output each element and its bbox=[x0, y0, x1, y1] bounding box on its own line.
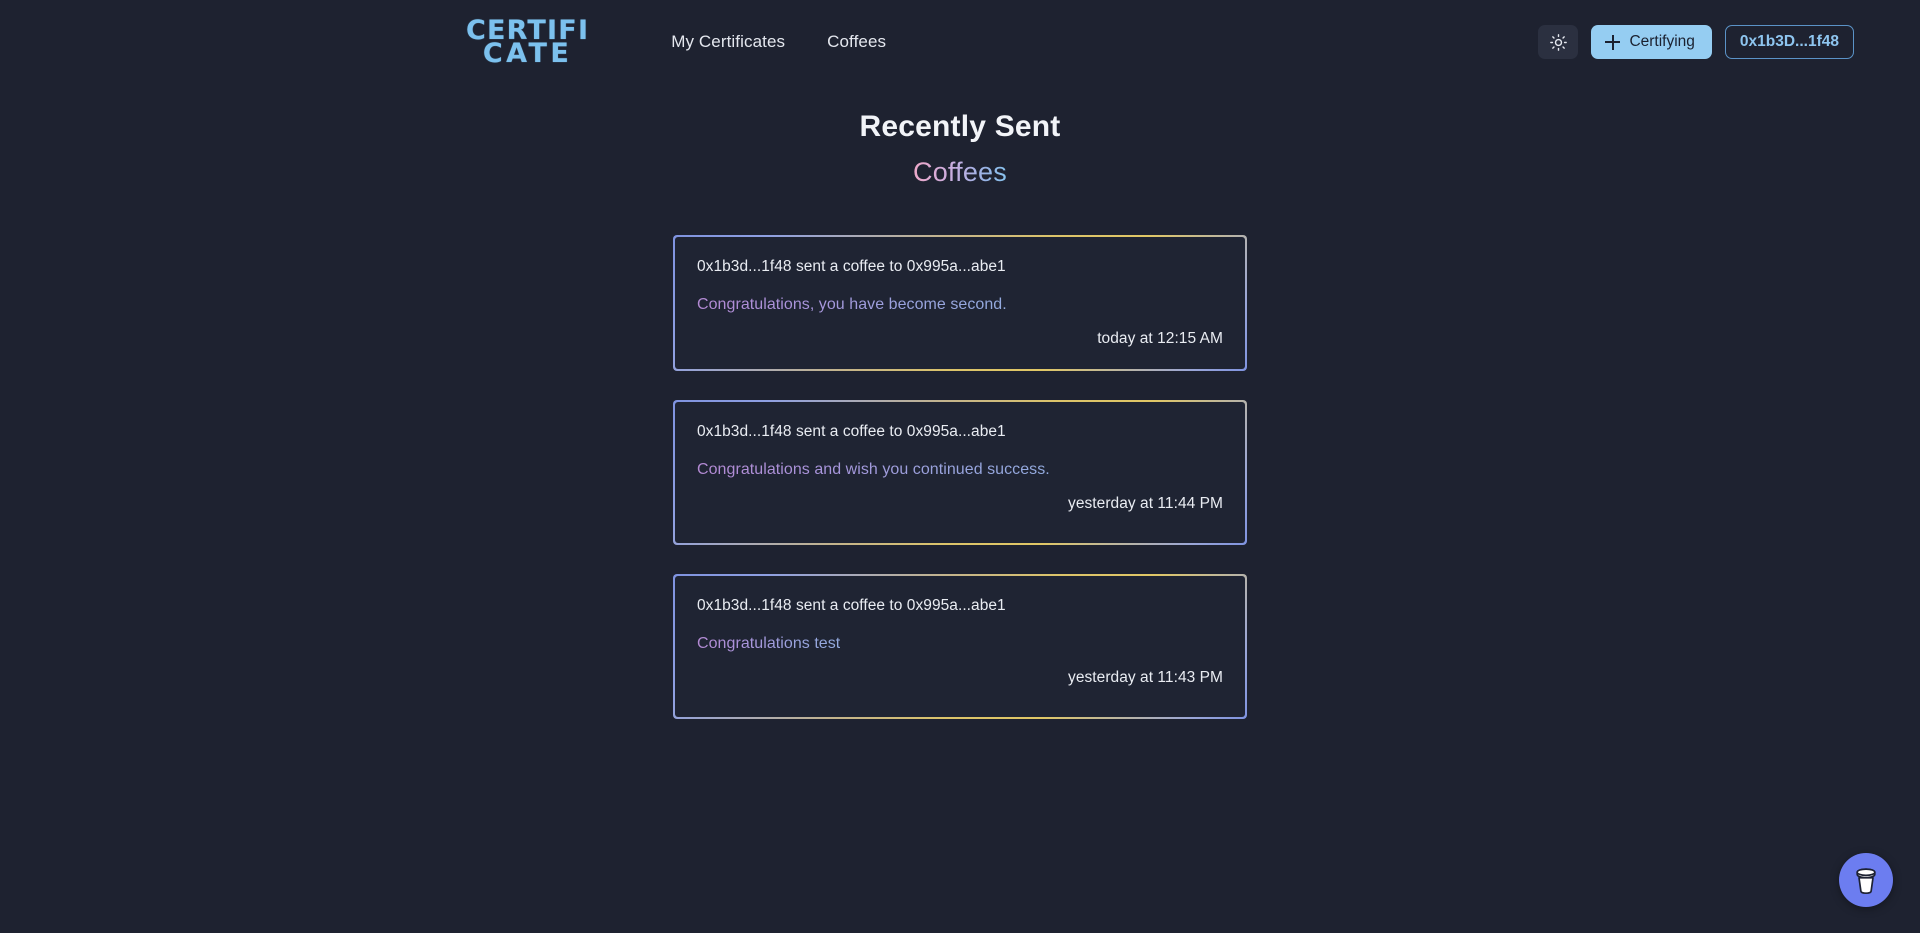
coffee-feed: 0x1b3d...1f48 sent a coffee to 0x995a...… bbox=[673, 235, 1247, 719]
site-header: CERTIFI CATE My Certificates Coffees Cer… bbox=[0, 0, 1920, 84]
certifying-button[interactable]: Certifying bbox=[1591, 25, 1712, 59]
page-title: Recently Sent bbox=[859, 110, 1061, 143]
coffee-card-header: 0x1b3d...1f48 sent a coffee to 0x995a...… bbox=[697, 597, 1006, 614]
coffee-card-header: 0x1b3d...1f48 sent a coffee to 0x995a...… bbox=[697, 258, 1006, 275]
coffee-card-timestamp: today at 12:15 AM bbox=[1097, 330, 1223, 347]
plus-icon bbox=[1605, 34, 1621, 50]
nav-my-certificates[interactable]: My Certificates bbox=[671, 32, 785, 52]
logo-line-2: CATE bbox=[482, 38, 573, 69]
certifying-button-label: Certifying bbox=[1629, 33, 1695, 50]
wallet-address-badge[interactable]: 0x1b3D...1f48 bbox=[1724, 25, 1854, 59]
buy-coffee-fab[interactable] bbox=[1839, 853, 1893, 907]
coffee-card-timestamp: yesterday at 11:43 PM bbox=[1068, 669, 1223, 686]
main-nav: My Certificates Coffees bbox=[671, 32, 886, 52]
coffee-card-message: Congratulations, you have become second. bbox=[697, 296, 1007, 313]
coffee-card-message: Congratulations and wish you continued s… bbox=[697, 461, 1050, 478]
coffee-card[interactable]: 0x1b3d...1f48 sent a coffee to 0x995a...… bbox=[673, 235, 1247, 371]
coffee-card-body: 0x1b3d...1f48 sent a coffee to 0x995a...… bbox=[675, 576, 1245, 717]
coffee-cup-icon bbox=[1851, 864, 1881, 896]
coffee-card-body: 0x1b3d...1f48 sent a coffee to 0x995a...… bbox=[675, 402, 1245, 543]
coffee-card-message: Congratulations test bbox=[697, 635, 841, 652]
logo[interactable]: CERTIFI CATE bbox=[466, 17, 589, 69]
nav-coffees[interactable]: Coffees bbox=[827, 32, 886, 52]
coffee-card[interactable]: 0x1b3d...1f48 sent a coffee to 0x995a...… bbox=[673, 400, 1247, 545]
coffee-card-body: 0x1b3d...1f48 sent a coffee to 0x995a...… bbox=[675, 237, 1245, 369]
coffee-card-header: 0x1b3d...1f48 sent a coffee to 0x995a...… bbox=[697, 423, 1006, 440]
header-actions: Certifying 0x1b3D...1f48 bbox=[1538, 25, 1880, 59]
sun-icon bbox=[1550, 33, 1567, 51]
coffee-card-timestamp: yesterday at 11:44 PM bbox=[1068, 495, 1223, 512]
coffee-card[interactable]: 0x1b3d...1f48 sent a coffee to 0x995a...… bbox=[673, 574, 1247, 719]
page-heading-block: Recently Sent Coffees bbox=[0, 110, 1920, 188]
theme-toggle-button[interactable] bbox=[1538, 25, 1579, 59]
page-subtitle: Coffees bbox=[913, 157, 1007, 187]
